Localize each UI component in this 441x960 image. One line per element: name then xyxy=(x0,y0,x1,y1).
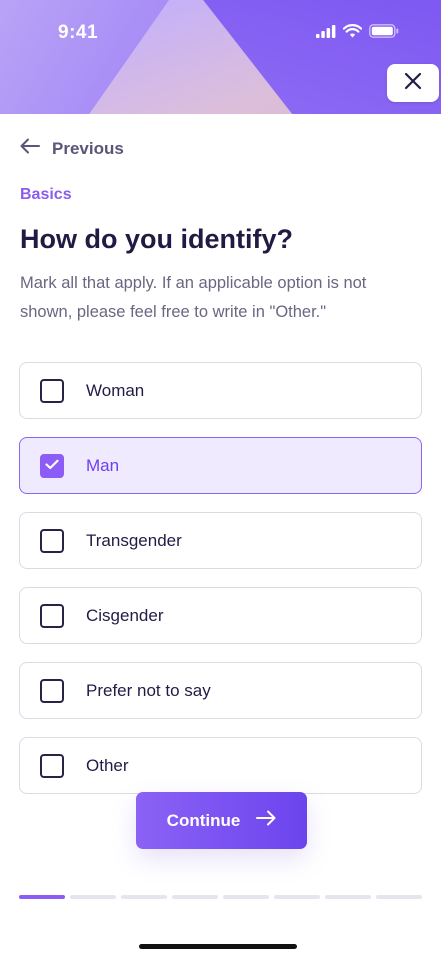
check-icon xyxy=(45,457,59,475)
continue-button[interactable]: Continue xyxy=(136,792,307,849)
option-prefer-not-to-say[interactable]: Prefer not to say xyxy=(19,662,422,719)
option-label: Other xyxy=(86,755,129,775)
checkbox[interactable] xyxy=(40,378,64,403)
progress-segment xyxy=(274,895,320,899)
progress-segment xyxy=(121,895,167,899)
close-button[interactable] xyxy=(387,64,439,102)
checkbox[interactable] xyxy=(40,528,64,553)
previous-label: Previous xyxy=(52,138,124,158)
progress-segment xyxy=(223,895,269,899)
status-time: 9:41 xyxy=(58,22,99,43)
option-cisgender[interactable]: Cisgender xyxy=(19,587,422,644)
section-label: Basics xyxy=(20,186,72,203)
options-list: Woman Man Transgender Cisgender Prefer n… xyxy=(19,362,422,812)
option-man[interactable]: Man xyxy=(19,437,422,494)
progress-indicator xyxy=(19,895,422,899)
arrow-right-icon xyxy=(256,810,276,831)
battery-icon xyxy=(369,24,399,43)
progress-segment xyxy=(19,895,65,899)
header-banner: 9:41 xyxy=(0,0,441,114)
status-icons xyxy=(316,24,399,43)
option-label: Transgender xyxy=(86,530,182,550)
previous-button[interactable]: Previous xyxy=(20,138,124,159)
option-label: Woman xyxy=(86,380,145,400)
page-title: How do you identify? xyxy=(20,224,293,254)
option-woman[interactable]: Woman xyxy=(19,362,422,419)
checkbox[interactable] xyxy=(40,603,64,628)
checkbox[interactable] xyxy=(40,453,64,478)
question-description: Mark all that apply. If an applicable op… xyxy=(20,274,367,321)
option-label: Cisgender xyxy=(86,605,164,625)
progress-segment xyxy=(172,895,218,899)
checkbox[interactable] xyxy=(40,678,64,703)
option-label: Man xyxy=(86,455,120,475)
progress-segment xyxy=(325,895,371,899)
option-other[interactable]: Other xyxy=(19,737,422,794)
checkbox[interactable] xyxy=(40,753,64,778)
progress-segment xyxy=(376,895,422,899)
home-indicator[interactable] xyxy=(139,944,297,949)
close-icon xyxy=(403,71,423,96)
cellular-signal-icon xyxy=(316,24,336,43)
arrow-left-icon xyxy=(20,138,40,159)
option-transgender[interactable]: Transgender xyxy=(19,512,422,569)
progress-segment xyxy=(70,895,116,899)
option-label: Prefer not to say xyxy=(86,680,211,700)
continue-label: Continue xyxy=(166,810,241,830)
wifi-icon xyxy=(342,24,363,43)
